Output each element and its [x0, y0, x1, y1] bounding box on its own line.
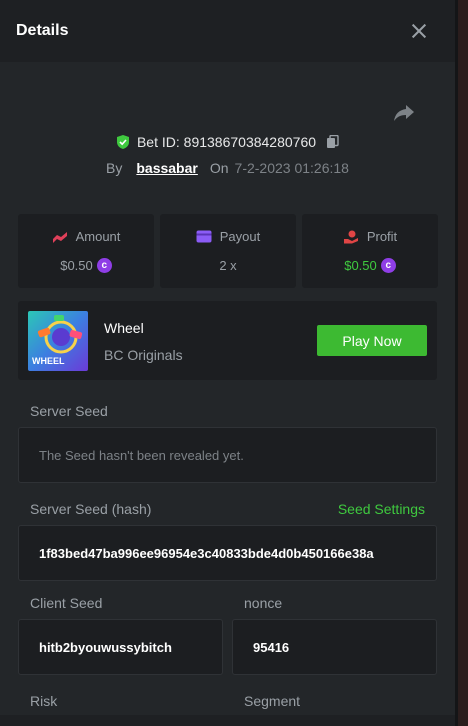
payout-label: Payout [219, 229, 261, 244]
stats-row: Amount $0.50 c Payout 2 x Profit $0.50 c [18, 214, 438, 288]
close-icon[interactable] [411, 23, 427, 39]
play-now-button[interactable]: Play Now [317, 325, 427, 356]
on-label: On [209, 160, 229, 176]
bottom-edge [0, 715, 455, 726]
nonce-label: nonce [244, 595, 283, 611]
server-seed-field: The Seed hasn't been revealed yet. [18, 427, 437, 483]
amount-icon [52, 231, 67, 243]
game-provider: BC Originals [104, 347, 183, 363]
share-icon[interactable] [393, 103, 415, 123]
profit-card: Profit $0.50 c [302, 214, 438, 288]
bet-date: 7-2-2023 01:26:18 [234, 160, 349, 176]
backdrop-strip [458, 0, 468, 726]
payout-value: 2 x [219, 258, 237, 273]
payout-card: Payout 2 x [160, 214, 296, 288]
amount-card: Amount $0.50 c [18, 214, 154, 288]
segment-label: Segment [244, 693, 301, 709]
profit-value: $0.50 [344, 258, 377, 273]
amount-value: $0.50 [60, 258, 93, 273]
seed-settings-link[interactable]: Seed Settings [338, 501, 425, 517]
server-seed-hash-field[interactable]: 1f83bed47ba996ee96954e3c40833bde4d0b4501… [18, 525, 437, 581]
game-card: WHEEL Wheel BC Originals Play Now [18, 301, 437, 380]
server-seed-label: Server Seed [30, 403, 108, 419]
by-label: By [106, 160, 123, 176]
copy-icon[interactable] [326, 135, 340, 149]
modal-header: Details [0, 0, 455, 62]
bet-meta-row: By bassabar On 7-2-2023 01:26:18 [0, 160, 455, 176]
client-seed-label: Client Seed [30, 595, 103, 611]
server-seed-hash-label: Server Seed (hash) [30, 501, 152, 517]
profit-label: Profit [366, 229, 398, 244]
bet-id-row: Bet ID: 89138670384280760 [0, 134, 455, 150]
client-seed-field[interactable]: hitb2byouwussybitch [18, 619, 223, 675]
coin-icon: c [380, 258, 396, 273]
coin-icon: c [96, 258, 112, 273]
nonce-field[interactable]: 95416 [232, 619, 437, 675]
wheel-game-thumbnail[interactable]: WHEEL [28, 311, 88, 371]
bet-id: Bet ID: 89138670384280760 [136, 134, 317, 150]
wallet-icon [196, 230, 212, 243]
user-link[interactable]: bassabar [136, 160, 197, 176]
modal-title: Details [16, 22, 69, 39]
bet-details-modal: Details Bet ID: 89138670384280760 By bas… [0, 0, 455, 726]
amount-label: Amount [75, 229, 121, 244]
risk-label: Risk [30, 693, 58, 709]
game-name: Wheel [104, 320, 144, 336]
profit-hand-icon [343, 230, 358, 243]
thumbnail-label: WHEEL [32, 356, 65, 366]
verified-shield-icon [116, 135, 129, 149]
